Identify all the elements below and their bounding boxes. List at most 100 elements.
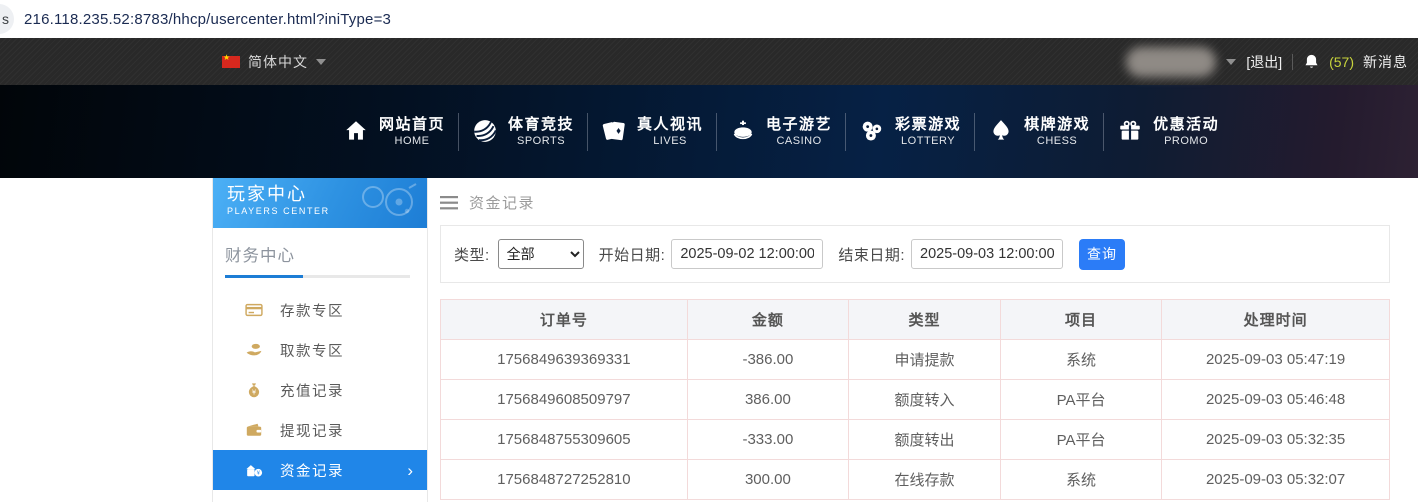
- funds-record-table: 订单号 金额 类型 项目 处理时间 1756849639369331 -386.…: [440, 299, 1390, 500]
- lottery-balls-icon: [859, 118, 885, 144]
- sidebar-header: 玩家中心 PLAYERS CENTER: [213, 178, 427, 228]
- section-underline: [225, 275, 410, 278]
- cell-type: 申请提款: [849, 340, 1001, 380]
- browser-url-bar[interactable]: s 216.118.235.52:8783/hhcp/usercenter.ht…: [0, 0, 1418, 38]
- sidebar-item-label: 充值记录: [280, 380, 344, 401]
- cell-item: 系统: [1000, 340, 1161, 380]
- nav-item-chess[interactable]: 棋牌游戏CHESS: [975, 115, 1103, 149]
- bell-icon: [1303, 53, 1320, 71]
- nav-subtitle: HOME: [395, 134, 430, 148]
- bank-card-icon: [245, 301, 263, 319]
- main-navigation: 网站首页HOME 体育竞技SPORTS 真人视讯LIVES 电子游艺CASINO…: [0, 85, 1418, 178]
- table-row: 1756848755309605 -333.00 额度转出 PA平台 2025-…: [441, 420, 1390, 460]
- end-date-label: 结束日期:: [838, 244, 905, 265]
- svg-text:¥: ¥: [252, 389, 257, 397]
- nav-title: 网站首页: [379, 115, 445, 135]
- cell-type: 在线存款: [849, 460, 1001, 500]
- sidebar-item-label: 资金记录: [280, 460, 344, 481]
- username-blurred[interactable]: [1126, 47, 1216, 77]
- nav-item-sports[interactable]: 体育竞技SPORTS: [459, 115, 587, 149]
- cell-amount: 386.00: [687, 380, 848, 420]
- sidebar-item-label: 存款专区: [280, 300, 344, 321]
- account-controls: [退出] (57) 新消息: [1126, 47, 1408, 77]
- message-count: (57): [1329, 54, 1354, 70]
- cell-amount: -386.00: [687, 340, 848, 380]
- sidebar-item-label: 取款专区: [280, 340, 344, 361]
- nav-title: 彩票游戏: [895, 115, 961, 135]
- main-content: 资金记录 类型: 全部 开始日期: 结束日期: 查询 订单号 金额 类型 项目: [440, 178, 1390, 500]
- sidebar-item-withdraw[interactable]: 取款专区: [213, 330, 427, 370]
- nav-item-home[interactable]: 网站首页HOME: [330, 115, 458, 149]
- filter-panel: 类型: 全部 开始日期: 结束日期: 查询: [440, 225, 1390, 283]
- logout-button[interactable]: [退出]: [1246, 52, 1282, 72]
- cell-order-no: 1756848755309605: [441, 420, 688, 460]
- table-row: 1756848727252810 300.00 在线存款 系统 2025-09-…: [441, 460, 1390, 500]
- menu-hamburger-icon[interactable]: [440, 196, 458, 210]
- nav-title: 棋牌游戏: [1024, 115, 1090, 135]
- china-flag-icon: [222, 56, 240, 68]
- section-title: 财务中心: [225, 242, 411, 266]
- nav-subtitle: CHESS: [1037, 134, 1077, 148]
- nav-item-lottery[interactable]: 彩票游戏LOTTERY: [846, 115, 974, 149]
- start-date-label: 开始日期:: [599, 244, 666, 265]
- spade-icon: [988, 118, 1014, 144]
- nav-title: 电子游艺: [766, 115, 832, 135]
- sports-ball-icon: [472, 118, 498, 144]
- gamepad-icon: [349, 181, 421, 228]
- chevron-down-icon: [1226, 59, 1236, 65]
- sidebar-item-withdrawal-record[interactable]: 提现记录: [213, 410, 427, 450]
- nav-subtitle: CASINO: [776, 134, 821, 148]
- cell-process-time: 2025-09-03 05:46:48: [1162, 380, 1390, 420]
- col-amount: 金额: [687, 300, 848, 340]
- chevron-down-icon: [316, 59, 326, 65]
- sidebar-item-deposit[interactable]: 存款专区: [213, 290, 427, 330]
- sidebar-section: 财务中心: [213, 228, 427, 278]
- page-content: 玩家中心 PLAYERS CENTER 财务中心 存款专区 取款专区: [0, 178, 1418, 502]
- money-bag-icon: ¥: [245, 381, 263, 399]
- url-text[interactable]: 216.118.235.52:8783/hhcp/usercenter.html…: [24, 11, 391, 28]
- svg-text:¥: ¥: [257, 471, 261, 477]
- favicon-icon: s: [0, 4, 14, 34]
- nav-item-lives[interactable]: 真人视讯LIVES: [588, 115, 716, 149]
- cell-process-time: 2025-09-03 05:47:19: [1162, 340, 1390, 380]
- cell-order-no: 1756848727252810: [441, 460, 688, 500]
- cell-type: 额度转出: [849, 420, 1001, 460]
- cell-process-time: 2025-09-03 05:32:35: [1162, 420, 1390, 460]
- roulette-icon: [730, 118, 756, 144]
- nav-item-promo[interactable]: 优惠活动PROMO: [1104, 115, 1232, 149]
- cell-type: 额度转入: [849, 380, 1001, 420]
- account-topbar: 简体中文 [退出] (57) 新消息: [0, 38, 1418, 85]
- sidebar-item-recharge-record[interactable]: ¥ 充值记录: [213, 370, 427, 410]
- table-row: 1756849639369331 -386.00 申请提款 系统 2025-09…: [441, 340, 1390, 380]
- type-label: 类型:: [454, 244, 490, 265]
- cell-item: PA平台: [1000, 420, 1161, 460]
- cell-amount: 300.00: [687, 460, 848, 500]
- nav-title: 真人视讯: [637, 115, 703, 135]
- nav-title: 优惠活动: [1153, 115, 1219, 135]
- wallet-icon: [245, 421, 263, 439]
- cell-order-no: 1756849608509797: [441, 380, 688, 420]
- sidebar-item-lottery-bet-detail[interactable]: 彩票下注明细: [213, 490, 427, 502]
- start-date-input[interactable]: [671, 239, 823, 269]
- cell-amount: -333.00: [687, 420, 848, 460]
- players-center-sidebar: 玩家中心 PLAYERS CENTER 财务中心 存款专区 取款专区: [212, 178, 428, 502]
- cell-process-time: 2025-09-03 05:32:07: [1162, 460, 1390, 500]
- query-button[interactable]: 查询: [1079, 239, 1125, 270]
- gift-icon: [1117, 118, 1143, 144]
- nav-subtitle: PROMO: [1164, 134, 1208, 148]
- col-item: 项目: [1000, 300, 1161, 340]
- breadcrumb: 资金记录: [440, 192, 1390, 213]
- hand-coin-icon: [245, 341, 263, 359]
- language-selector[interactable]: 简体中文: [222, 52, 326, 72]
- cell-item: PA平台: [1000, 380, 1161, 420]
- type-select[interactable]: 全部: [498, 239, 584, 269]
- sidebar-item-funds-record[interactable]: ¥ 资金记录 ›: [213, 450, 427, 490]
- table-row: 1756849608509797 386.00 额度转入 PA平台 2025-0…: [441, 380, 1390, 420]
- messages-button[interactable]: (57) 新消息: [1303, 52, 1408, 72]
- col-order-no: 订单号: [441, 300, 688, 340]
- col-process-time: 处理时间: [1162, 300, 1390, 340]
- playing-cards-icon: [601, 118, 627, 144]
- col-type: 类型: [849, 300, 1001, 340]
- nav-item-casino[interactable]: 电子游艺CASINO: [717, 115, 845, 149]
- end-date-input[interactable]: [911, 239, 1063, 269]
